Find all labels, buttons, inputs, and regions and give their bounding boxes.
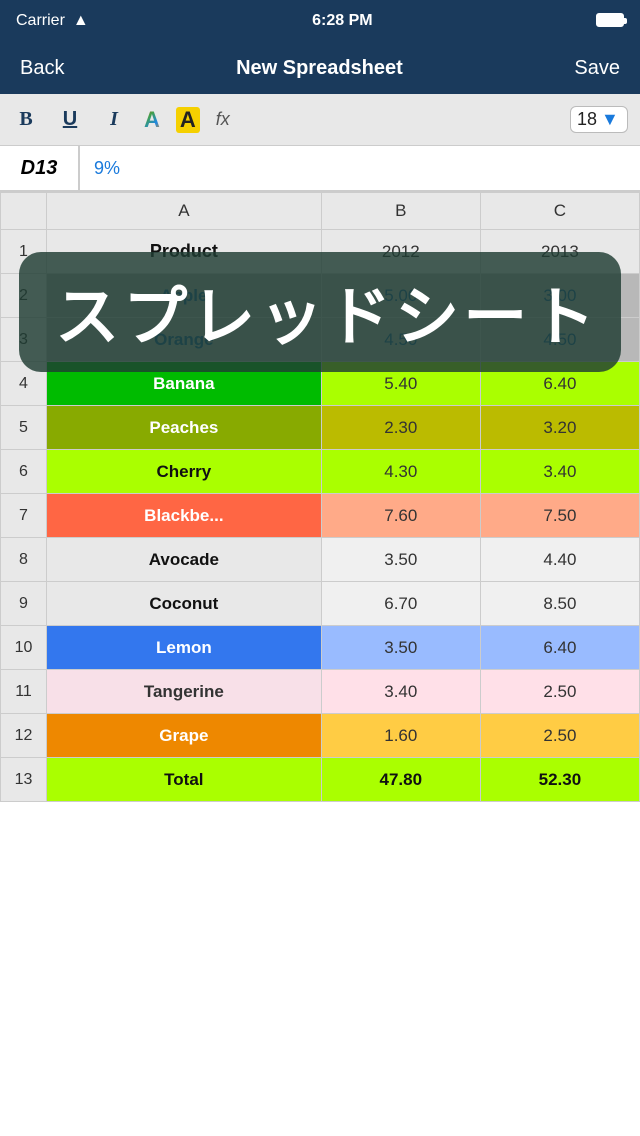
column-header-row: A B C — [1, 193, 640, 230]
table-row: 6Cherry4.303.40 — [1, 450, 640, 494]
row-number: 1 — [1, 230, 47, 274]
cell-c[interactable]: 3.20 — [480, 406, 639, 450]
table-row: 3Orange4.504.50 — [1, 318, 640, 362]
row-number: 4 — [1, 362, 47, 406]
status-bar-left: Carrier ▲ — [16, 12, 89, 30]
cell-b[interactable]: 7.60 — [321, 494, 480, 538]
nav-title: New Spreadsheet — [236, 57, 403, 80]
nav-bar: Back New Spreadsheet Save — [0, 42, 640, 94]
font-color-button[interactable]: A — [144, 107, 160, 133]
font-size-control[interactable]: 18 ▼ — [570, 106, 628, 133]
carrier-label: Carrier — [16, 12, 65, 30]
table-row: 2Apple5.003.00 — [1, 274, 640, 318]
cell-product[interactable]: Peaches — [47, 406, 322, 450]
cell-b[interactable]: 47.80 — [321, 758, 480, 802]
row-number: 9 — [1, 582, 47, 626]
cell-c[interactable]: 2.50 — [480, 714, 639, 758]
cell-product[interactable]: Total — [47, 758, 322, 802]
bold-button[interactable]: B — [12, 108, 40, 131]
row-number: 7 — [1, 494, 47, 538]
cell-b[interactable]: 3.50 — [321, 538, 480, 582]
row-number: 5 — [1, 406, 47, 450]
cell-product[interactable]: Cherry — [47, 450, 322, 494]
col-header-a[interactable]: A — [47, 193, 322, 230]
cell-ref-input[interactable] — [80, 158, 640, 179]
cell-c[interactable]: 2013 — [480, 230, 639, 274]
cell-product[interactable]: Blackbe... — [47, 494, 322, 538]
spreadsheet-container: A B C 1Product201220132Apple5.003.003Ora… — [0, 192, 640, 802]
cell-c[interactable]: 4.50 — [480, 318, 639, 362]
italic-button[interactable]: I — [100, 108, 128, 131]
cell-c[interactable]: 6.40 — [480, 362, 639, 406]
cell-product[interactable]: Tangerine — [47, 670, 322, 714]
row-number: 2 — [1, 274, 47, 318]
status-bar: Carrier ▲ 6:28 PM — [0, 0, 640, 42]
cell-c[interactable]: 7.50 — [480, 494, 639, 538]
cell-product[interactable]: Lemon — [47, 626, 322, 670]
cell-c[interactable]: 4.40 — [480, 538, 639, 582]
cell-c[interactable]: 52.30 — [480, 758, 639, 802]
cell-b[interactable]: 5.00 — [321, 274, 480, 318]
cell-c[interactable]: 8.50 — [480, 582, 639, 626]
cell-product[interactable]: Avocade — [47, 538, 322, 582]
row-number: 10 — [1, 626, 47, 670]
row-number: 13 — [1, 758, 47, 802]
cell-b[interactable]: 5.40 — [321, 362, 480, 406]
toolbar: B U I A A fx 18 ▼ — [0, 94, 640, 146]
font-size-arrow-icon[interactable]: ▼ — [601, 109, 619, 130]
cell-b[interactable]: 3.40 — [321, 670, 480, 714]
cell-product[interactable]: Coconut — [47, 582, 322, 626]
cell-ref-label: D13 — [0, 146, 80, 190]
cell-c[interactable]: 3.40 — [480, 450, 639, 494]
cell-product[interactable]: Apple — [47, 274, 322, 318]
spreadsheet-table: A B C 1Product201220132Apple5.003.003Ora… — [0, 192, 640, 802]
row-number: 12 — [1, 714, 47, 758]
cell-ref-bar: D13 — [0, 146, 640, 192]
cell-c[interactable]: 6.40 — [480, 626, 639, 670]
font-size-value: 18 — [577, 109, 597, 130]
row-number: 3 — [1, 318, 47, 362]
cell-b[interactable]: 4.30 — [321, 450, 480, 494]
wifi-icon: ▲ — [73, 12, 89, 30]
cell-product[interactable]: Banana — [47, 362, 322, 406]
col-header-c[interactable]: C — [480, 193, 639, 230]
save-button[interactable]: Save — [574, 57, 620, 80]
cell-product[interactable]: Product — [47, 230, 322, 274]
table-row: 7Blackbe...7.607.50 — [1, 494, 640, 538]
cell-b[interactable]: 6.70 — [321, 582, 480, 626]
table-row: 8Avocade3.504.40 — [1, 538, 640, 582]
corner-cell — [1, 193, 47, 230]
underline-button[interactable]: U — [56, 108, 84, 131]
table-row: 5Peaches2.303.20 — [1, 406, 640, 450]
cell-product[interactable]: Orange — [47, 318, 322, 362]
cell-b[interactable]: 2012 — [321, 230, 480, 274]
back-button[interactable]: Back — [20, 57, 64, 80]
table-row: 13Total47.8052.30 — [1, 758, 640, 802]
row-number: 8 — [1, 538, 47, 582]
table-row: 10Lemon3.506.40 — [1, 626, 640, 670]
cell-b[interactable]: 1.60 — [321, 714, 480, 758]
highlight-color-button[interactable]: A — [176, 107, 200, 133]
table-row: 12Grape1.602.50 — [1, 714, 640, 758]
cell-b[interactable]: 2.30 — [321, 406, 480, 450]
cell-c[interactable]: 3.00 — [480, 274, 639, 318]
battery-icon — [596, 13, 624, 27]
row-number: 11 — [1, 670, 47, 714]
cell-b[interactable]: 3.50 — [321, 626, 480, 670]
status-time: 6:28 PM — [312, 12, 372, 30]
cell-b[interactable]: 4.50 — [321, 318, 480, 362]
table-row: 11Tangerine3.402.50 — [1, 670, 640, 714]
status-bar-right — [596, 13, 624, 30]
cell-product[interactable]: Grape — [47, 714, 322, 758]
row-number: 6 — [1, 450, 47, 494]
formula-button[interactable]: fx — [216, 109, 230, 130]
table-row: 4Banana5.406.40 — [1, 362, 640, 406]
table-row: 9Coconut6.708.50 — [1, 582, 640, 626]
cell-c[interactable]: 2.50 — [480, 670, 639, 714]
table-row: 1Product20122013 — [1, 230, 640, 274]
col-header-b[interactable]: B — [321, 193, 480, 230]
